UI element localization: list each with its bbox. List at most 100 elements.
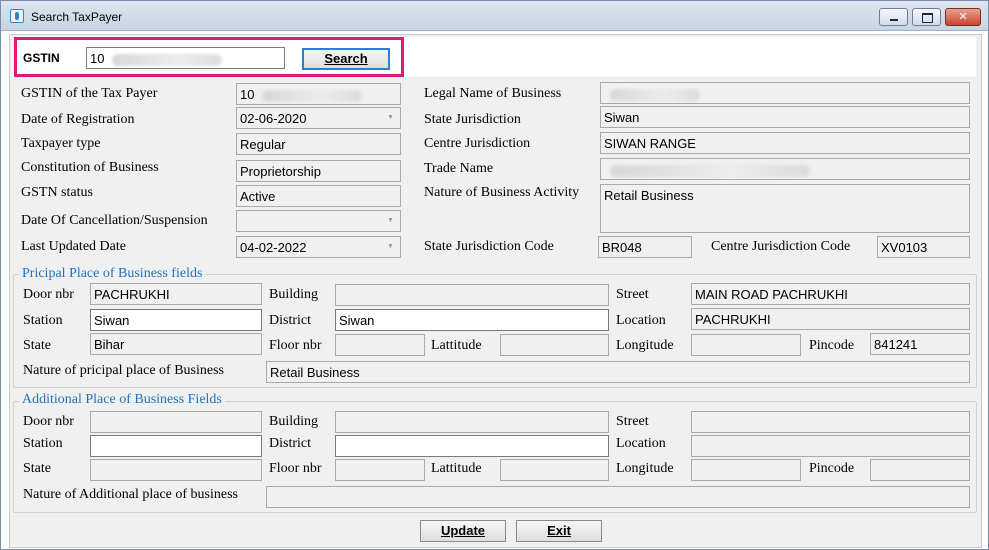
constitution-label: Constitution of Business — [21, 160, 159, 175]
search-button[interactable]: Search — [302, 48, 390, 70]
additional-latitude-field[interactable] — [500, 459, 609, 481]
centre-jurisdiction-label: Centre Jurisdiction — [424, 136, 531, 151]
legal-name-label: Legal Name of Business — [424, 86, 562, 101]
principal-street-field[interactable]: MAIN ROAD PACHRUKHI — [691, 283, 970, 305]
additional-door-field[interactable] — [90, 411, 262, 433]
additional-door-label: Door nbr — [23, 414, 74, 429]
chevron-down-icon[interactable]: ▼ — [383, 239, 398, 255]
principal-place-title: Pricipal Place of Business fields — [19, 266, 206, 282]
principal-nature-label: Nature of pricipal place of Business — [23, 363, 224, 378]
additional-nature-field[interactable] — [266, 486, 970, 508]
principal-floor-field[interactable] — [335, 334, 425, 356]
principal-location-label: Location — [616, 313, 666, 328]
additional-station-label: Station — [23, 436, 63, 451]
principal-state-label: State — [23, 338, 51, 353]
taxpayer-type-label: Taxpayer type — [21, 136, 101, 151]
additional-latitude-label: Lattitude — [431, 461, 482, 476]
cancellation-date-label: Date Of Cancellation/Suspension — [21, 213, 208, 228]
principal-location-field[interactable]: PACHRUKHI — [691, 308, 970, 330]
additional-pincode-label: Pincode — [809, 461, 855, 476]
maximize-icon[interactable] — [912, 8, 941, 26]
gstin-taxpayer-value: 10 — [240, 87, 255, 102]
principal-longitude-field[interactable] — [691, 334, 801, 356]
additional-building-label: Building — [269, 414, 319, 429]
redacted-text — [262, 89, 363, 102]
additional-station-input[interactable] — [90, 435, 262, 457]
additional-floor-label: Floor nbr — [269, 461, 322, 476]
additional-building-field[interactable] — [335, 411, 609, 433]
additional-district-label: District — [269, 436, 311, 451]
gstin-search-value: 10 — [90, 51, 105, 66]
state-code-label: State Jurisdiction Code — [424, 239, 554, 254]
state-code-field[interactable]: BR048 — [598, 236, 692, 258]
additional-location-field[interactable] — [691, 435, 970, 457]
additional-state-field[interactable] — [90, 459, 262, 481]
taxpayer-type-field[interactable]: Regular — [236, 133, 401, 155]
registration-date-label: Date of Registration — [21, 112, 135, 127]
additional-place-title: Additional Place of Business Fields — [19, 392, 225, 408]
gstin-taxpayer-label: GSTIN of the Tax Payer — [21, 86, 158, 101]
principal-state-field[interactable]: Bihar — [90, 333, 262, 355]
principal-floor-label: Floor nbr — [269, 338, 322, 353]
redacted-text — [610, 164, 810, 177]
principal-district-input[interactable]: Siwan — [335, 309, 609, 331]
trade-name-label: Trade Name — [424, 161, 494, 176]
additional-floor-field[interactable] — [335, 459, 425, 481]
search-taxpayer-window: Search TaxPayer ✕ GSTIN 10 Search GSTIN … — [0, 0, 989, 550]
additional-location-label: Location — [616, 436, 666, 451]
window-title: Search TaxPayer — [31, 10, 123, 24]
chevron-down-icon[interactable]: ▼ — [383, 213, 398, 229]
principal-door-label: Door nbr — [23, 287, 74, 302]
principal-station-input[interactable]: Siwan — [90, 309, 262, 331]
state-jurisdiction-label: State Jurisdiction — [424, 112, 521, 127]
centre-code-field[interactable]: XV0103 — [877, 236, 970, 258]
close-icon[interactable]: ✕ — [945, 8, 981, 26]
principal-station-label: Station — [23, 313, 63, 328]
additional-state-label: State — [23, 461, 51, 476]
additional-pincode-field[interactable] — [870, 459, 970, 481]
principal-longitude-label: Longitude — [616, 338, 674, 353]
principal-street-label: Street — [616, 287, 649, 302]
exit-button[interactable]: Exit — [516, 520, 602, 542]
last-updated-value: 04-02-2022 — [240, 240, 307, 255]
chevron-down-icon[interactable]: ▼ — [383, 110, 398, 126]
additional-longitude-label: Longitude — [616, 461, 674, 476]
registration-date-picker[interactable]: 02-06-2020 ▼ — [236, 107, 401, 129]
gstn-status-field[interactable]: Active — [236, 185, 401, 207]
minimize-icon[interactable] — [879, 8, 908, 26]
form-panel: GSTIN 10 Search GSTIN of the Tax Payer 1… — [9, 34, 982, 548]
gstn-status-label: GSTN status — [21, 185, 93, 200]
gstin-search-label: GSTIN — [23, 51, 60, 65]
additional-longitude-field[interactable] — [691, 459, 801, 481]
last-updated-label: Last Updated Date — [21, 239, 126, 254]
redacted-text — [112, 53, 223, 66]
centre-code-label: Centre Jurisdiction Code — [711, 239, 851, 254]
state-jurisdiction-field[interactable]: Siwan — [600, 106, 970, 128]
redacted-text — [610, 88, 700, 101]
registration-date-value: 02-06-2020 — [240, 111, 307, 126]
principal-pincode-label: Pincode — [809, 338, 855, 353]
cancellation-date-picker[interactable]: ▼ — [236, 210, 401, 232]
update-button[interactable]: Update — [420, 520, 506, 542]
principal-building-label: Building — [269, 287, 319, 302]
additional-street-label: Street — [616, 414, 649, 429]
legal-name-field[interactable] — [600, 82, 970, 104]
trade-name-field[interactable] — [600, 158, 970, 180]
additional-street-field[interactable] — [691, 411, 970, 433]
additional-district-input[interactable] — [335, 435, 609, 457]
principal-building-field[interactable] — [335, 284, 609, 306]
principal-nature-field[interactable]: Retail Business — [266, 361, 970, 383]
nature-of-business-label: Nature of Business Activity — [424, 185, 580, 200]
app-icon — [10, 9, 24, 23]
principal-door-field[interactable]: PACHRUKHI — [90, 283, 262, 305]
constitution-field[interactable]: Proprietorship — [236, 160, 401, 182]
last-updated-picker[interactable]: 04-02-2022 ▼ — [236, 236, 401, 258]
title-bar[interactable]: Search TaxPayer ✕ — [1, 1, 988, 31]
centre-jurisdiction-field[interactable]: SIWAN RANGE — [600, 132, 970, 154]
principal-pincode-field[interactable]: 841241 — [870, 333, 970, 355]
gstin-search-input[interactable]: 10 — [86, 47, 285, 69]
nature-of-business-field[interactable]: Retail Business — [600, 184, 970, 233]
principal-latitude-field[interactable] — [500, 334, 609, 356]
principal-latitude-label: Lattitude — [431, 338, 482, 353]
gstin-taxpayer-field[interactable]: 10 — [236, 83, 401, 105]
